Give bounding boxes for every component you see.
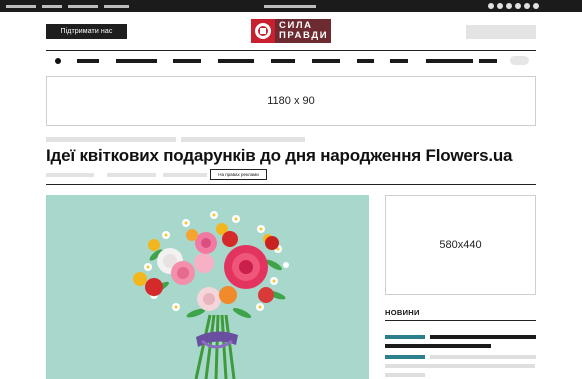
article-title: Ідеї квіткових подарунків до дня народже…	[46, 146, 513, 165]
news-item-title[interactable]	[430, 355, 536, 359]
social-icon[interactable]	[497, 3, 503, 9]
social-icon[interactable]	[533, 3, 539, 9]
breadcrumb-item[interactable]	[181, 137, 305, 142]
social-icon[interactable]	[524, 3, 530, 9]
sponsored-badge: На правах реклами	[210, 169, 267, 180]
article-meta	[163, 173, 207, 177]
news-item-title[interactable]	[430, 335, 536, 339]
nav-home-icon[interactable]	[55, 58, 61, 64]
logo-line-2: ПРАВДИ	[279, 30, 329, 41]
title-divider	[46, 184, 536, 185]
article-hero-image	[46, 195, 369, 379]
top-bar-date	[264, 5, 316, 8]
sidebar-ad[interactable]: 580x440	[385, 195, 536, 295]
nav-item[interactable]	[173, 59, 201, 63]
top-bar	[0, 0, 582, 12]
banner-ad[interactable]: 1180 x 90	[46, 76, 536, 126]
nav-more-button[interactable]	[510, 56, 529, 65]
nav-item[interactable]	[218, 59, 254, 63]
nav-item[interactable]	[312, 59, 340, 63]
news-item-time	[385, 355, 425, 359]
social-icon[interactable]	[515, 3, 521, 9]
news-item-title[interactable]	[385, 364, 535, 368]
header-divider	[46, 50, 536, 51]
site-logo[interactable]: СИЛА ПРАВДИ	[251, 19, 331, 43]
logo-mark-icon	[251, 19, 275, 43]
search-input[interactable]	[466, 25, 536, 39]
sponsored-badge-label: На правах реклами	[218, 172, 259, 177]
top-bar-link[interactable]	[6, 5, 36, 8]
nav-item[interactable]	[357, 59, 374, 63]
article-meta	[107, 173, 156, 177]
nav-item[interactable]	[426, 59, 473, 63]
news-section-title: НОВИНИ	[385, 308, 420, 317]
news-item-title[interactable]	[385, 344, 491, 348]
nav-item[interactable]	[390, 59, 408, 63]
social-icon[interactable]	[506, 3, 512, 9]
bouquet-illustration	[133, 211, 289, 379]
banner-ad-label: 1180 x 90	[267, 95, 315, 107]
logo-text: СИЛА ПРАВДИ	[275, 19, 331, 43]
top-bar-link[interactable]	[42, 5, 62, 8]
top-bar-link[interactable]	[104, 5, 129, 8]
social-icon[interactable]	[488, 3, 494, 9]
nav-item[interactable]	[271, 59, 295, 63]
nav-item[interactable]	[77, 59, 99, 63]
top-bar-link[interactable]	[68, 5, 98, 8]
news-item-time	[385, 335, 425, 339]
support-button[interactable]: Підтримати нас	[46, 24, 127, 39]
news-item-title[interactable]	[385, 373, 425, 377]
news-divider	[385, 320, 536, 321]
nav-item[interactable]	[479, 59, 497, 63]
support-button-label: Підтримати нас	[60, 28, 113, 35]
article-meta	[46, 173, 94, 177]
breadcrumb-item[interactable]	[46, 137, 176, 142]
sidebar-ad-label: 580x440	[439, 239, 482, 251]
nav-item[interactable]	[116, 59, 157, 63]
